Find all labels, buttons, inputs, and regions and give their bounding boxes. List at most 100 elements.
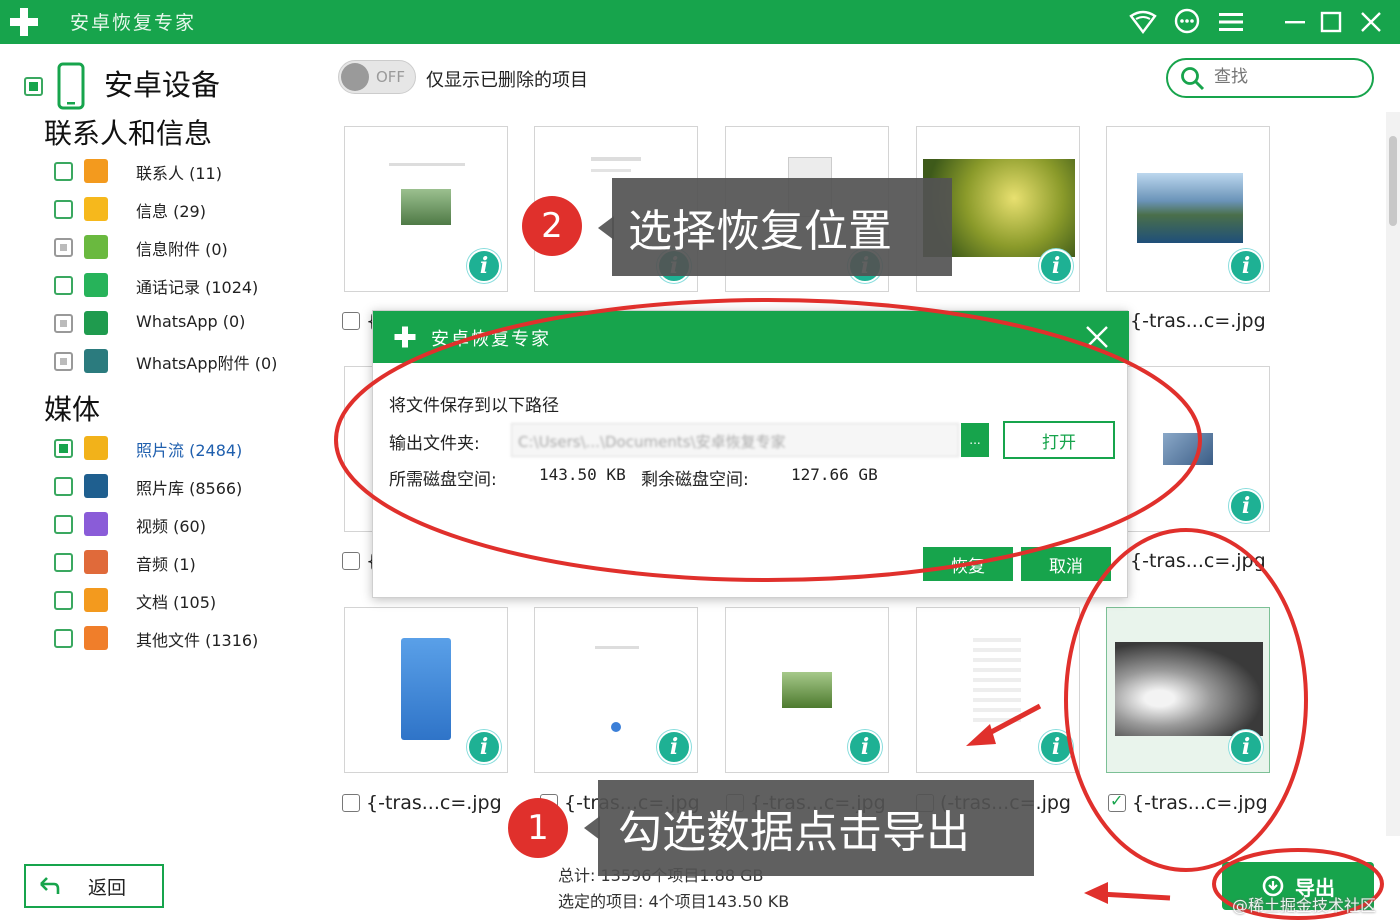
info-icon[interactable]: i	[467, 249, 501, 283]
sidebar-item[interactable]: 照片流 (2484)	[54, 433, 242, 463]
info-icon[interactable]: i	[848, 730, 882, 764]
sidebar-item-label: 信息附件 (0)	[136, 240, 228, 259]
sidebar-item-checkbox[interactable]	[54, 275, 73, 295]
info-icon[interactable]: i	[1229, 489, 1263, 523]
audio-icon	[84, 550, 108, 574]
output-folder-path[interactable]: C:\Users\...\Documents\安卓恢复专家	[511, 423, 959, 457]
sidebar-item-label: 通话记录 (1024)	[136, 278, 259, 297]
sidebar-item-checkbox[interactable]	[54, 199, 73, 219]
sidebar-item[interactable]: 信息附件 (0)	[54, 232, 228, 262]
minimize-icon[interactable]	[1280, 7, 1310, 37]
remaining-space-label: 剩余磁盘空间:	[641, 470, 749, 490]
remaining-space-value: 127.66 GB	[791, 465, 878, 484]
search-input[interactable]	[1214, 67, 1364, 87]
sidebar-item[interactable]: 其他文件 (1316)	[54, 623, 258, 653]
sidebar-item[interactable]: 音频 (1)	[54, 547, 196, 577]
menu-icon[interactable]	[1216, 7, 1246, 37]
thumbnail-image	[782, 672, 832, 708]
sidebar-item[interactable]: WhatsApp (0)	[54, 308, 245, 338]
sidebar-item[interactable]: 联系人 (11)	[54, 156, 222, 186]
sidebar-item[interactable]: WhatsApp附件 (0)	[54, 346, 277, 376]
file-name-row[interactable]: {-tras...c=.jpg	[342, 790, 502, 816]
dialog-heading: 将文件保存到以下路径	[389, 396, 559, 416]
sidebar-item-checkbox[interactable]	[54, 237, 73, 257]
sidebar-item-label: 信息 (29)	[136, 202, 206, 221]
dialog-title: 安卓恢复专家	[431, 329, 551, 350]
chat-icon[interactable]	[1172, 7, 1202, 37]
step2-text: 选择恢复位置	[628, 206, 892, 257]
dialog-close-icon[interactable]	[1083, 323, 1111, 351]
file-checkbox[interactable]	[342, 312, 360, 330]
file-thumbnail[interactable]: i	[344, 607, 508, 773]
file-thumbnail[interactable]: i	[725, 607, 889, 773]
file-thumbnail[interactable]: i	[344, 126, 508, 292]
device-title: 安卓设备	[104, 68, 221, 102]
info-icon[interactable]: i	[1229, 730, 1263, 764]
sidebar-item-checkbox[interactable]	[54, 552, 73, 572]
sidebar-item-checkbox[interactable]	[54, 438, 73, 458]
recover-button[interactable]: 恢复	[923, 547, 1013, 581]
sidebar-item[interactable]: 通话记录 (1024)	[54, 270, 258, 300]
toggle-state: OFF	[376, 68, 406, 86]
deleted-only-toggle[interactable]: OFF	[338, 60, 416, 94]
contacts-icon	[84, 159, 108, 183]
maximize-icon[interactable]	[1316, 7, 1346, 37]
file-thumbnail[interactable]: i	[1106, 126, 1270, 292]
file-thumbnail-selected[interactable]: i	[1106, 607, 1270, 773]
sidebar-item[interactable]: 信息 (29)	[54, 194, 206, 224]
search-box[interactable]	[1166, 58, 1374, 98]
back-button[interactable]: 返回	[24, 864, 164, 908]
title-bar: 安卓恢复专家	[0, 0, 1400, 44]
sidebar-item[interactable]: 视频 (60)	[54, 509, 206, 539]
watermark: @稀土掘金技术社区	[1232, 896, 1377, 915]
file-name: {-tras...c=.jpg	[1130, 550, 1266, 572]
info-icon[interactable]: i	[1229, 249, 1263, 283]
search-icon	[1181, 67, 1205, 91]
other-file-icon	[84, 626, 108, 650]
sidebar-item-label: 音频 (1)	[136, 555, 196, 574]
file-thumbnail[interactable]: i	[916, 607, 1080, 773]
sidebar-item-checkbox[interactable]	[54, 351, 73, 371]
info-icon[interactable]: i	[1039, 249, 1073, 283]
ink-painting-image	[1115, 642, 1263, 736]
file-thumbnail[interactable]: i	[1106, 366, 1270, 532]
device-checkbox[interactable]	[24, 76, 43, 96]
back-button-label: 返回	[88, 876, 127, 899]
scrollbar-thumb[interactable]	[1389, 136, 1397, 226]
sidebar-item-checkbox[interactable]	[54, 590, 73, 610]
required-space-value: 143.50 KB	[539, 465, 626, 484]
sidebar-item-checkbox[interactable]	[54, 476, 73, 496]
sidebar-item-checkbox[interactable]	[54, 514, 73, 534]
open-button[interactable]: 打开	[1003, 421, 1115, 459]
file-name: {-tras...c=.jpg	[366, 792, 502, 814]
info-icon[interactable]: i	[657, 730, 691, 764]
sidebar-item-checkbox[interactable]	[54, 161, 73, 181]
sidebar-item-label: 照片库 (8566)	[136, 479, 243, 498]
device-row[interactable]	[24, 62, 85, 110]
cancel-button[interactable]: 取消	[1021, 547, 1111, 581]
save-location-dialog: 安卓恢复专家 将文件保存到以下路径 输出文件夹: C:\Users\...\Do…	[372, 310, 1129, 598]
step2-badge: 2	[522, 196, 582, 256]
sidebar-item-checkbox[interactable]	[54, 628, 73, 648]
sidebar-item[interactable]: 文档 (105)	[54, 585, 216, 615]
info-icon[interactable]: i	[467, 730, 501, 764]
file-checkbox[interactable]	[342, 794, 360, 812]
lake-image	[1137, 173, 1243, 243]
whatsapp-icon	[84, 311, 108, 335]
sidebar-item-checkbox[interactable]	[54, 313, 73, 333]
file-name-row[interactable]: {-tras...c=.jpg	[1108, 790, 1268, 816]
thumbnail-line	[591, 169, 631, 172]
thumbnail-line	[591, 157, 641, 161]
sidebar-item[interactable]: 照片库 (8566)	[54, 471, 242, 501]
step2-callout: 选择恢复位置	[612, 178, 952, 276]
wifi-icon[interactable]	[1128, 7, 1158, 37]
browse-button[interactable]: ...	[961, 423, 989, 457]
close-icon[interactable]	[1356, 7, 1386, 37]
file-thumbnail[interactable]: i	[534, 607, 698, 773]
file-checkbox[interactable]	[342, 552, 360, 570]
step1-badge: 1	[508, 798, 568, 858]
file-checkbox-checked[interactable]	[1108, 791, 1126, 812]
info-icon[interactable]: i	[1039, 730, 1073, 764]
scrollbar[interactable]	[1386, 112, 1400, 836]
sidebar-item-label: WhatsApp附件 (0)	[136, 354, 278, 373]
